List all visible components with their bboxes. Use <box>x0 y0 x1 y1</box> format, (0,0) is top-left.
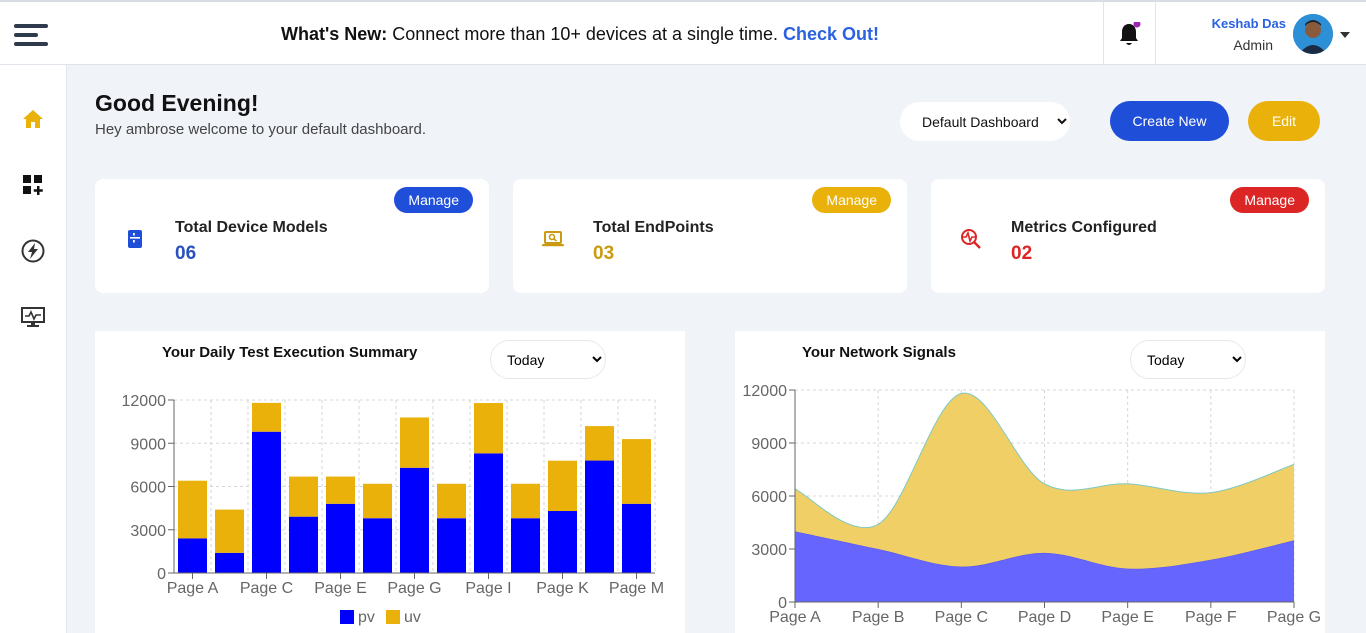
y-tick-label: 3000 <box>751 542 787 559</box>
manage-button[interactable]: Manage <box>812 187 891 213</box>
manage-button[interactable]: Manage <box>1230 187 1309 213</box>
x-tick-label: Page F <box>1185 609 1237 626</box>
network-signals-panel: 0 3000 6000 9000 12000 Page A Page B Page C Page… <box>735 331 1325 633</box>
x-tick-label: Page E <box>314 580 366 597</box>
x-tick-label: Page A <box>167 580 219 597</box>
bar-pv <box>363 518 392 573</box>
stat-card-endpoints: Manage Total EndPoints 03 <box>513 179 907 293</box>
metrics-search-icon <box>961 229 981 249</box>
bar-uv <box>622 439 651 504</box>
bar-pv <box>585 460 614 573</box>
period-select[interactable]: Today <box>490 340 606 379</box>
stat-card-device-models: Manage Total Device Models 06 <box>95 179 489 293</box>
x-tick-label: Page C <box>935 609 988 626</box>
top-bar: What's New: Connect more than 10+ device… <box>0 0 1366 65</box>
legend-label: uv <box>404 609 421 626</box>
dashboard-add-icon[interactable] <box>20 172 46 198</box>
bar-pv <box>511 518 540 573</box>
daily-test-panel: 0 3000 6000 9000 12000 Page A Page C Page E Page… <box>95 331 685 633</box>
bar-pv <box>326 503 355 573</box>
edit-button[interactable]: Edit <box>1248 101 1320 141</box>
lightning-icon[interactable] <box>20 238 46 264</box>
check-out-link[interactable]: Check Out! <box>783 24 879 44</box>
bar-pv <box>437 518 466 573</box>
card-title: Total EndPoints <box>593 219 714 236</box>
x-tick-label: Page C <box>240 580 293 597</box>
bar-pv <box>400 467 429 573</box>
panel-title: Your Daily Test Execution Summary <box>162 344 418 361</box>
y-tick-label: 9000 <box>751 436 787 453</box>
x-tick-label: Page I <box>465 580 511 597</box>
bar-pv <box>289 516 318 573</box>
y-tick-label: 6000 <box>130 480 166 497</box>
y-tick-label: 3000 <box>130 523 166 540</box>
bar-uv <box>400 417 429 468</box>
bar-uv <box>437 483 466 519</box>
y-tick-label: 0 <box>157 566 166 583</box>
bar-uv <box>511 483 540 519</box>
period-select[interactable]: Today <box>1130 340 1246 379</box>
card-title: Total Device Models <box>175 219 328 236</box>
x-tick-label: Page G <box>387 580 441 597</box>
bar-uv <box>474 403 503 454</box>
x-tick-label: Page D <box>1018 609 1071 626</box>
x-tick-label: Page M <box>609 580 664 597</box>
page-title: Good Evening! <box>95 90 259 116</box>
monitor-icon[interactable] <box>20 304 46 330</box>
bar-uv <box>363 483 392 519</box>
divider <box>1155 2 1156 65</box>
bar-pv <box>622 503 651 573</box>
daily-test-chart: 0 3000 6000 9000 12000 Page A Page C Page E Page… <box>122 393 665 626</box>
x-tick-label: Page B <box>852 609 904 626</box>
bar-pv <box>178 538 207 573</box>
whats-new-text: Connect more than 10+ devices at a singl… <box>387 24 783 44</box>
dashboard-select[interactable]: Default Dashboard <box>900 102 1070 141</box>
card-value: 02 <box>1011 243 1033 264</box>
card-title: Metrics Configured <box>1011 219 1157 236</box>
card-value: 03 <box>593 243 615 264</box>
device-icon <box>128 230 142 248</box>
legend-swatch <box>340 610 354 624</box>
legend-swatch <box>386 610 400 624</box>
bar-uv <box>326 476 355 504</box>
y-tick-label: 9000 <box>130 436 166 453</box>
stat-card-metrics: Manage Metrics Configured 02 <box>931 179 1325 293</box>
home-icon[interactable] <box>20 106 46 132</box>
x-tick-label: Page E <box>1101 609 1153 626</box>
legend-label: pv <box>358 609 375 626</box>
y-tick-label: 12000 <box>122 393 167 410</box>
bar-pv <box>215 552 244 573</box>
whats-new-label: What's New: <box>280 24 388 44</box>
y-tick-label: 6000 <box>751 489 787 506</box>
x-tick-label: Page G <box>1267 609 1321 626</box>
panel-title: Your Network Signals <box>802 344 956 361</box>
y-tick-label: 12000 <box>743 383 788 400</box>
network-signals-chart: 030006000900012000Page A Page B Page C Page… <box>743 383 1322 626</box>
user-role: Admin <box>1233 37 1273 53</box>
bar-uv <box>178 480 207 539</box>
bar-pv <box>474 453 503 573</box>
bell-icon[interactable] <box>1117 22 1141 48</box>
create-new-button[interactable]: Create New <box>1110 101 1229 141</box>
bar-uv <box>548 460 577 512</box>
manage-button[interactable]: Manage <box>394 187 473 213</box>
chevron-down-icon[interactable] <box>1340 32 1350 38</box>
bar-uv <box>215 509 244 553</box>
laptop-search-icon <box>542 231 564 247</box>
whats-new-banner: What's New: Connect more than 10+ device… <box>0 24 1160 45</box>
bar-pv <box>548 511 577 573</box>
bar-uv <box>585 426 614 461</box>
bar-uv <box>289 476 318 517</box>
sidebar <box>0 65 67 633</box>
bar-pv <box>252 431 281 573</box>
user-name[interactable]: Keshab Das <box>1212 16 1286 31</box>
card-value: 06 <box>175 243 197 264</box>
bar-uv <box>252 402 281 432</box>
avatar[interactable] <box>1293 14 1333 54</box>
x-tick-label: Page K <box>536 580 589 597</box>
divider <box>1103 2 1104 65</box>
page-subtitle: Hey ambrose welcome to your default dash… <box>95 121 427 138</box>
x-tick-label: Page A <box>769 609 821 626</box>
